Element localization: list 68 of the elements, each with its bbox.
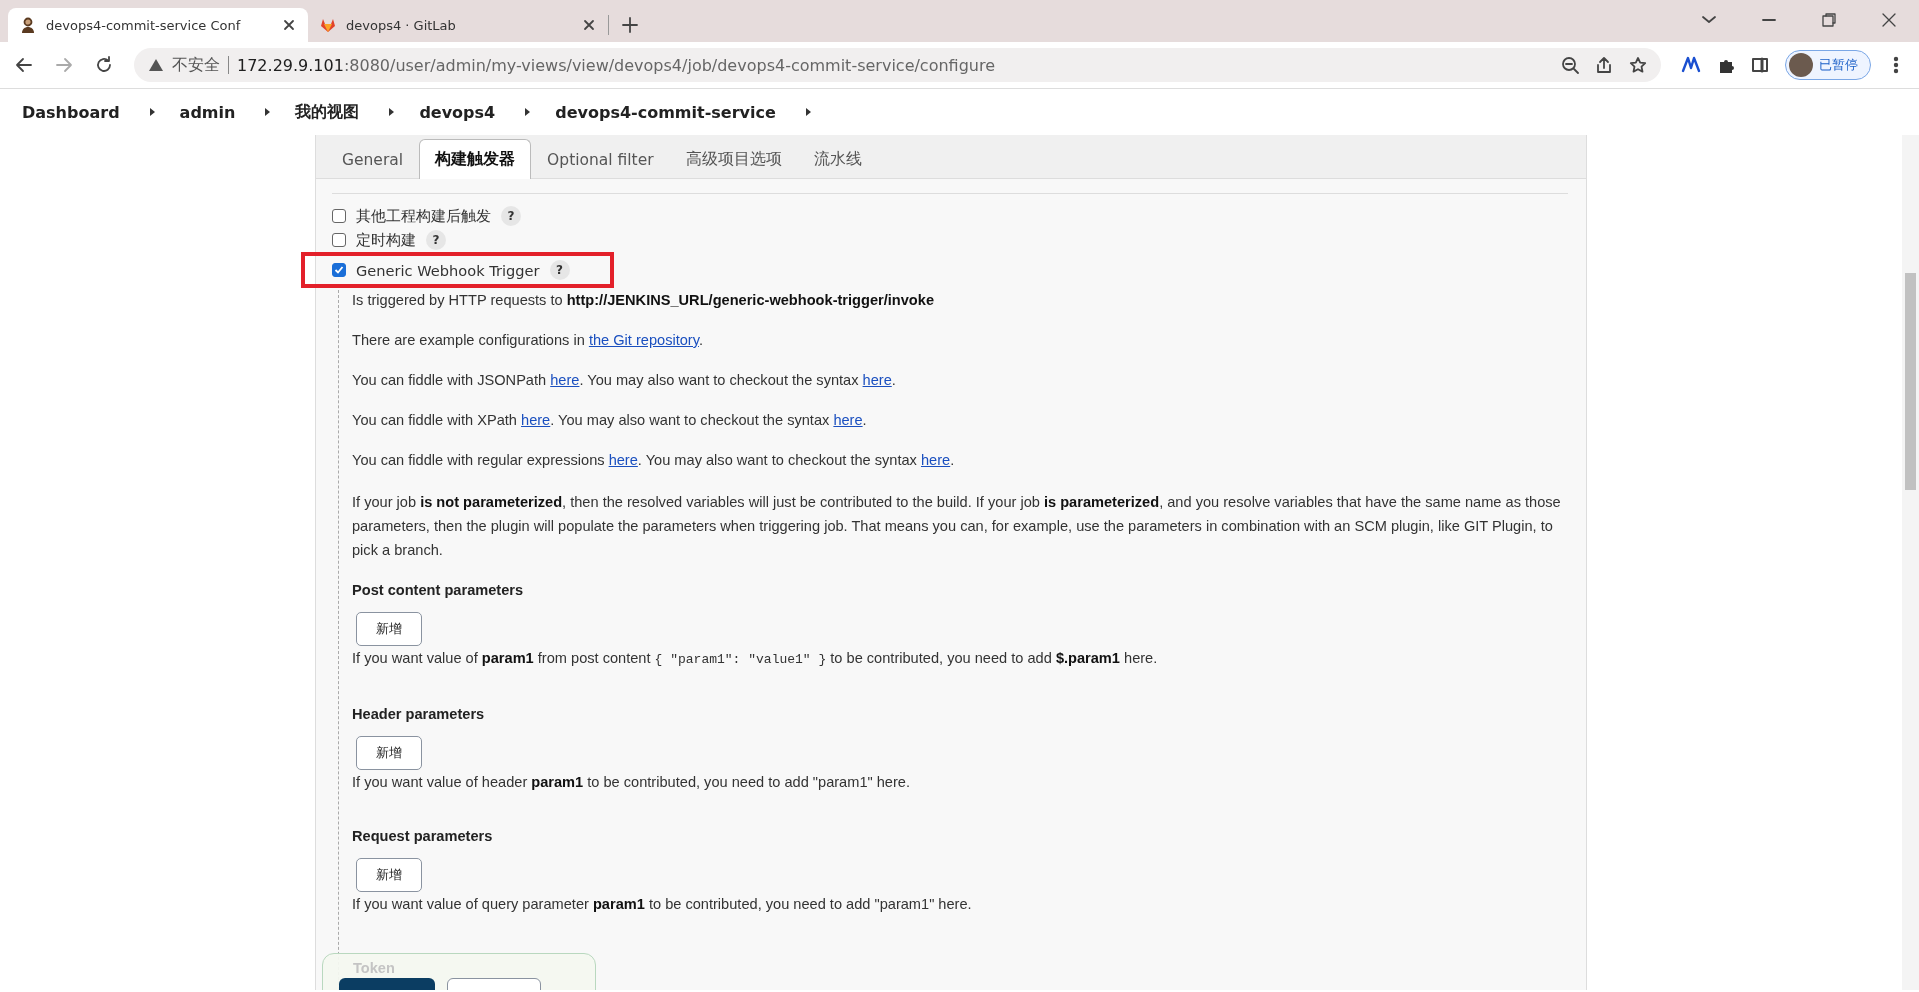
checkbox[interactable]	[332, 263, 346, 277]
star-icon[interactable]	[1629, 56, 1647, 74]
link[interactable]: here	[550, 372, 580, 388]
link[interactable]: here	[920, 452, 951, 468]
avatar-icon	[1789, 53, 1813, 77]
warning-icon	[148, 57, 164, 73]
link[interactable]: here	[521, 412, 551, 428]
restore-icon[interactable]	[1821, 12, 1837, 28]
config-tab[interactable]: General	[326, 139, 420, 179]
address-bar[interactable]: 不安全 172.29.9.101:8080/user/admin/my-views/view/devops4/job/devops4-commit-service/configure	[134, 48, 1661, 82]
breadcrumb-link[interactable]: devops4	[419, 102, 496, 122]
scrollbar[interactable]	[1902, 135, 1919, 990]
breadcrumb-link[interactable]: devops4-commit-service	[555, 102, 776, 122]
help-icon[interactable]: ?	[501, 206, 521, 226]
link[interactable]: the Git repository	[588, 332, 699, 348]
back-icon[interactable]	[14, 55, 34, 75]
browser-tab[interactable]: devops4 · GitLab	[308, 8, 608, 42]
link[interactable]: here	[608, 452, 638, 468]
description-text: You can fiddle with XPath here. You may also want to checkout the syntax here.	[352, 411, 868, 430]
extension-logo-icon[interactable]	[1681, 55, 1701, 75]
zoom-out-icon[interactable]	[1561, 56, 1579, 74]
new-tab-icon[interactable]	[621, 16, 639, 34]
checkbox-label[interactable]: 其他工程构建后触发	[356, 206, 491, 226]
help-text: If you want value of query parameter param1 to be contributed, you need to add "param1" here.	[352, 895, 973, 914]
config-tab[interactable]: Optional filter	[531, 139, 670, 179]
checkbox-label[interactable]: Generic Webhook Trigger	[356, 261, 540, 279]
section-heading: Post content parameters	[352, 582, 524, 598]
help-text: If you want value of header param1 to be contributed, you need to add "param1" here.	[352, 773, 911, 792]
profile-button[interactable]: 已暂停	[1785, 50, 1871, 80]
caret-right-icon[interactable]	[147, 107, 156, 117]
checkbox[interactable]	[332, 209, 346, 223]
scrollbar-thumb[interactable]	[1905, 273, 1916, 490]
link[interactable]: here	[862, 372, 892, 388]
close-icon[interactable]	[282, 18, 296, 32]
link[interactable]: here	[833, 412, 863, 428]
section-heading: Request parameters	[352, 828, 493, 844]
description-text: If your job is not parameterized, then the resolved variables will just be contributed to the build. If your job is parameterized, and you resolve variables that have the same name as those parameters, then the plugin will populate the parameters when triggering job. That means you can, for example, use the parameters in combination with an SCM plugin, like GIT Plugin, to pick a branch.	[352, 493, 1562, 560]
checkbox[interactable]	[332, 233, 346, 247]
config-tab[interactable]: 高级项目选项	[669, 139, 798, 179]
breadcrumb-link[interactable]: Dashboard	[22, 102, 120, 122]
help-icon[interactable]: ?	[426, 230, 446, 250]
description-text: You can fiddle with JSONPath here. You may also want to checkout the syntax here.	[352, 371, 897, 390]
fox-favicon-icon	[320, 17, 336, 33]
description-text: Is triggered by HTTP requests to http://JENKINS_URL/generic-webhook-trigger/invoke	[352, 291, 935, 310]
config-tab[interactable]: 流水线	[797, 139, 878, 179]
breadcrumb-link[interactable]: admin	[179, 102, 236, 122]
add-button[interactable]: 新增	[356, 736, 422, 770]
caret-right-icon[interactable]	[523, 107, 532, 117]
checkbox-label[interactable]: 定时构建	[356, 230, 416, 250]
description-text: You can fiddle with regular expressions here. You may also want to checkout the syntax here.	[352, 451, 956, 470]
add-button[interactable]: 新增	[356, 858, 422, 892]
close-icon[interactable]	[1881, 12, 1897, 28]
config-tab[interactable]: 构建触发器	[419, 139, 532, 179]
caret-right-icon[interactable]	[263, 107, 272, 117]
breadcrumb-link[interactable]: 我的视图	[295, 101, 360, 123]
add-button[interactable]: 新增	[356, 612, 422, 646]
person-favicon-icon	[20, 17, 36, 33]
browser-tab[interactable]: devops4-commit-service Conf	[8, 8, 308, 42]
help-icon[interactable]: ?	[549, 260, 570, 280]
close-icon[interactable]	[582, 18, 596, 32]
caret-right-icon[interactable]	[803, 107, 812, 117]
caret-right-icon[interactable]	[387, 107, 396, 117]
share-icon[interactable]	[1595, 56, 1613, 74]
help-text: If you want value of param1 from post content { "param1": "value1" } to be contributed, you need to add $.param1 here.	[352, 649, 1159, 669]
section-heading: Header parameters	[352, 706, 485, 722]
description-text: There are example configurations in the Git repository.	[352, 331, 704, 350]
side-panel-icon[interactable]	[1751, 56, 1769, 74]
reload-icon[interactable]	[94, 55, 114, 75]
